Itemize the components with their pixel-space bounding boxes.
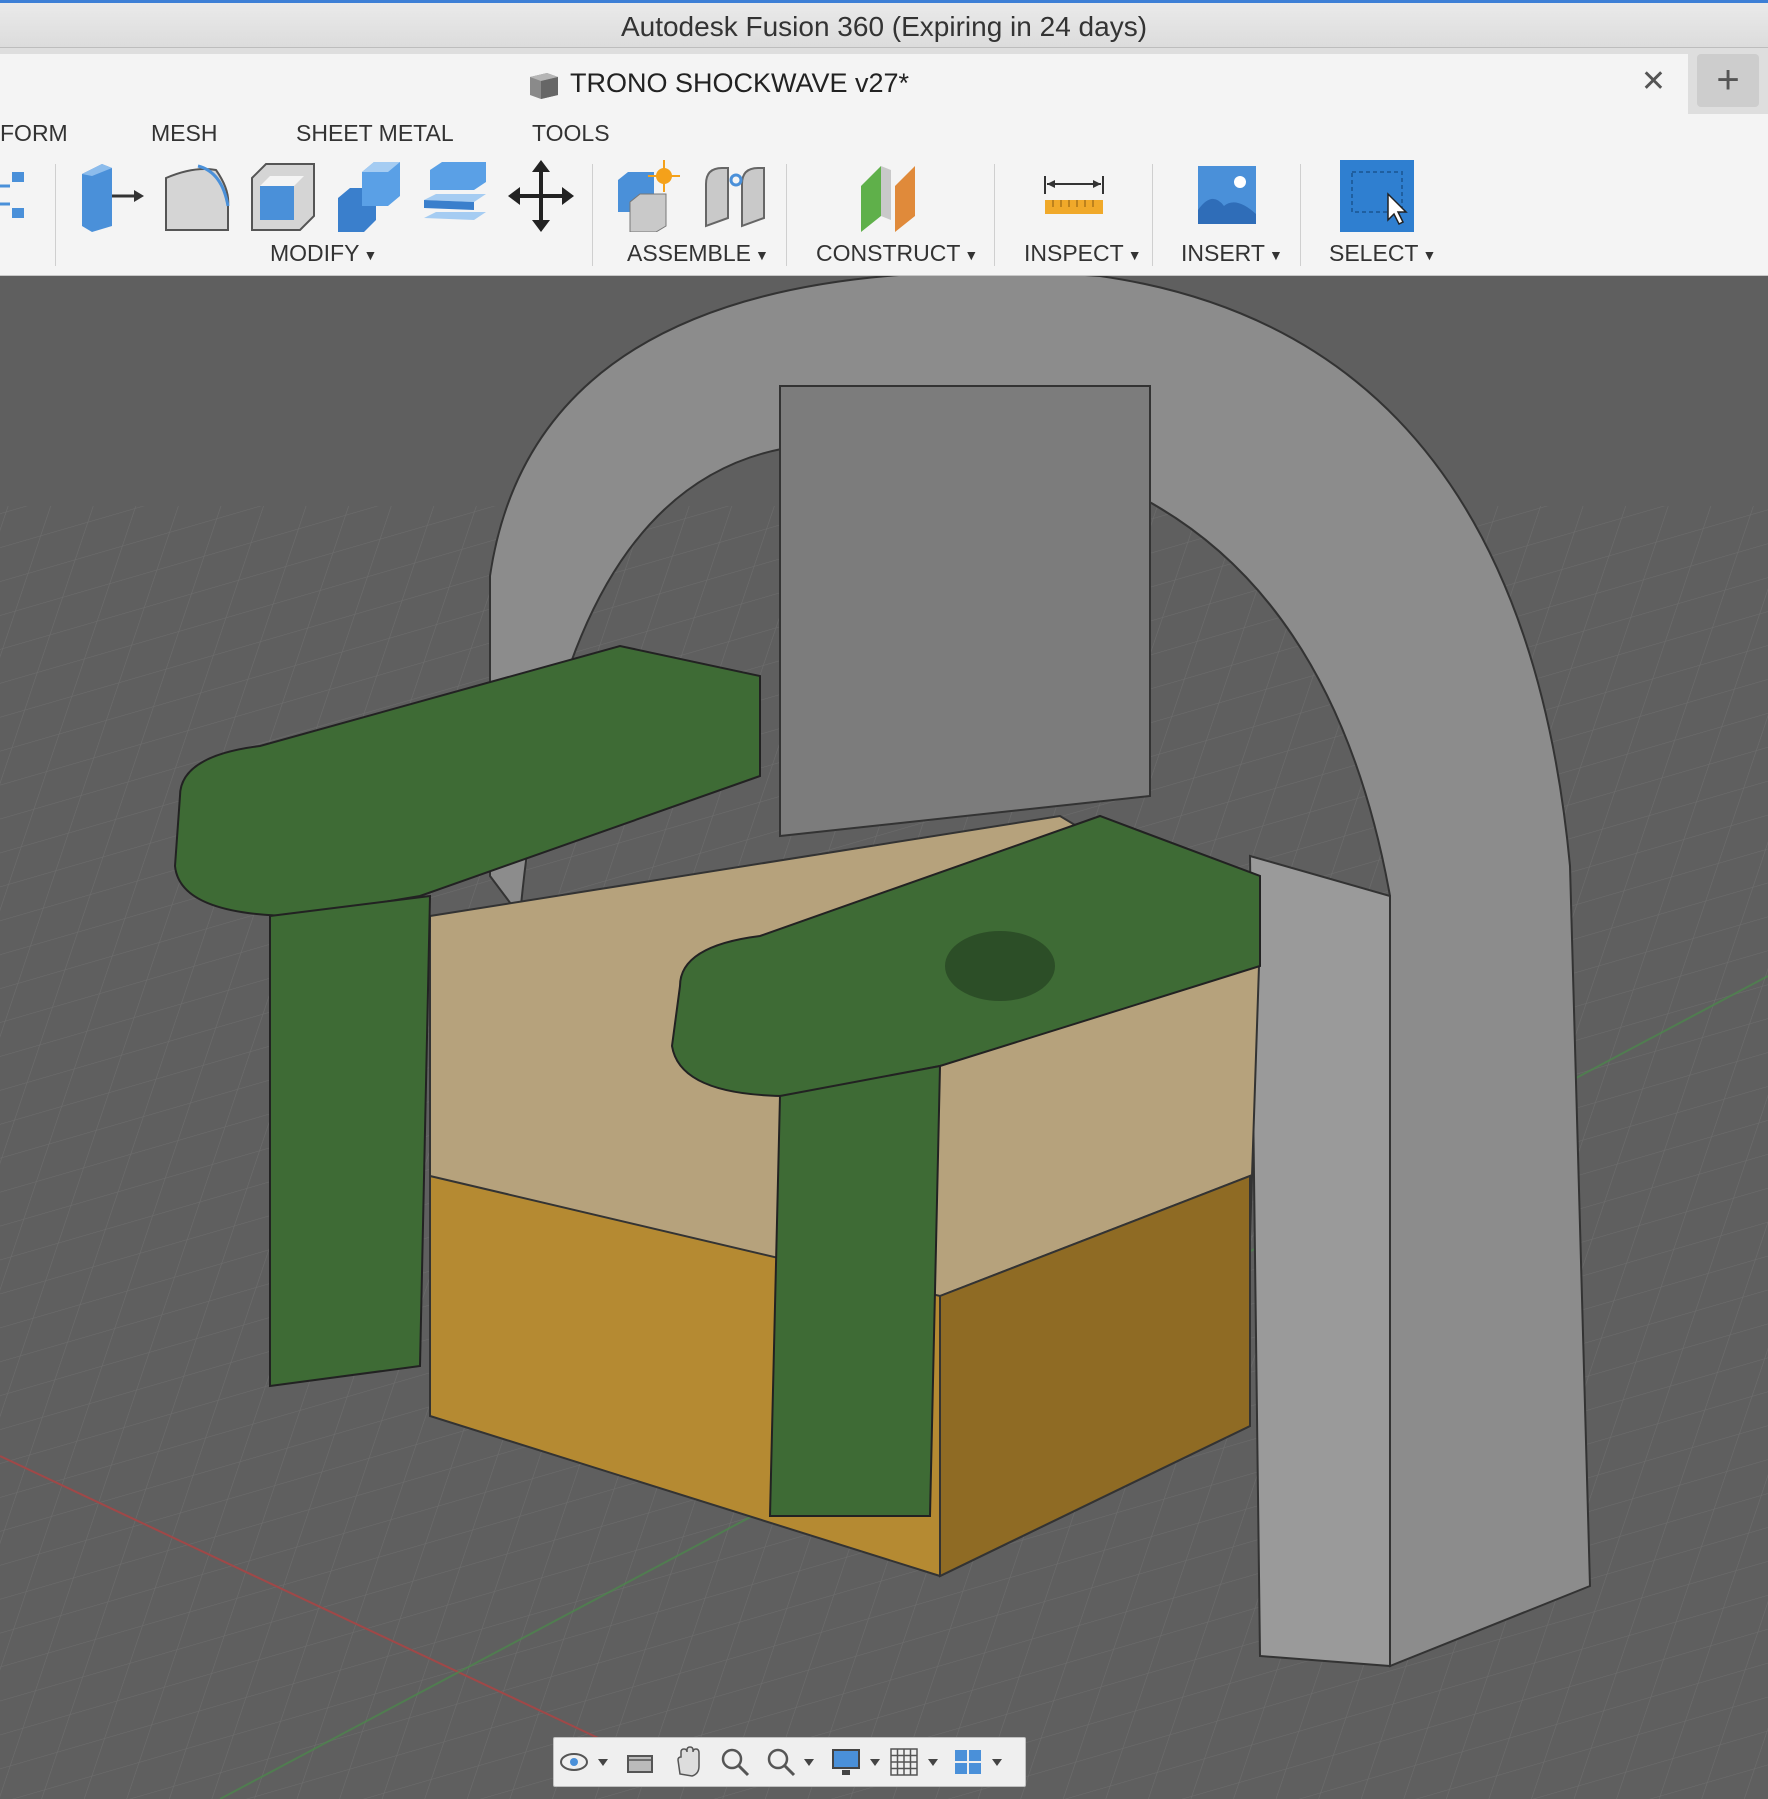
navigation-bar [553,1737,1026,1787]
model-canvas[interactable] [0,276,1768,1799]
toolbar-separator [786,164,787,266]
new-component-icon[interactable] [614,160,680,232]
toolbar-separator [1300,164,1301,266]
document-title: TRONO SHOCKWAVE v27* [570,68,910,98]
move-icon[interactable] [508,160,574,232]
modify-label: MODIFY [270,240,360,266]
chevron-down-icon: ▼ [1422,246,1437,263]
fit-icon[interactable] [764,1746,820,1778]
chevron-down-icon: ▼ [755,246,769,263]
canvas-viewport[interactable] [0,276,1768,1799]
assemble-label: ASSEMBLE [627,240,751,266]
display-settings-icon[interactable] [830,1746,886,1778]
close-tab-button[interactable]: ✕ [1641,64,1666,99]
select-label: SELECT [1329,240,1419,266]
zoom-icon[interactable] [718,1746,754,1778]
inspect-menu[interactable]: INSPECT ▼ [1024,240,1142,267]
tab-mesh[interactable]: MESH [151,120,217,147]
window-title: Autodesk Fusion 360 (Expiring in 24 days… [620,11,1148,42]
document-tab[interactable]: TRONO SHOCKWAVE v27* ✕ [0,54,1688,114]
insert-label: INSERT [1181,240,1265,266]
toolbar-separator [1152,164,1153,266]
look-at-icon[interactable] [622,1746,658,1778]
chevron-down-icon: ▼ [363,246,378,263]
assemble-menu[interactable]: ASSEMBLE ▼ [627,240,769,267]
fillet-icon[interactable] [164,160,230,232]
viewports-icon[interactable] [952,1746,1008,1778]
construct-label: CONSTRUCT [816,240,961,266]
joint-icon[interactable] [702,160,768,232]
measure-icon[interactable] [1041,160,1107,232]
sketch-dimension-icon[interactable] [0,168,30,228]
insert-menu[interactable]: INSERT ▼ [1181,240,1283,267]
document-tab-bar: TRONO SHOCKWAVE v27* ✕ + [0,48,1768,114]
shell-icon[interactable] [250,160,316,232]
insert-image-icon[interactable] [1194,160,1260,232]
window-titlebar: Autodesk Fusion 360 (Expiring in 24 days… [0,0,1768,48]
orbit-icon[interactable] [558,1746,614,1778]
throne-backrest [779,385,1151,838]
construct-menu[interactable]: CONSTRUCT ▼ [816,240,978,267]
toolbar-separator [592,164,593,266]
chevron-down-icon: ▼ [1268,246,1283,263]
tab-tools[interactable]: TOOLS [532,120,610,147]
chevron-down-icon: ▼ [964,246,979,263]
new-tab-button[interactable]: + [1697,54,1759,107]
press-pull-icon[interactable] [78,160,144,232]
tab-form[interactable]: FORM [0,120,68,147]
combine-icon[interactable] [336,160,402,232]
toolbar-separator [55,164,56,266]
inspect-label: INSPECT [1024,240,1124,266]
tab-sheet-metal[interactable]: SHEET METAL [296,120,454,147]
offset-plane-icon[interactable] [857,160,923,232]
pan-icon[interactable] [670,1746,706,1778]
toolbar-separator [994,164,995,266]
modify-menu[interactable]: MODIFY ▼ [270,240,377,267]
component-icon [530,73,558,99]
grid-settings-icon[interactable] [888,1746,944,1778]
right-armrest-leg [768,1064,942,1517]
ribbon-toolbar: FORM MESH SHEET METAL TOOLS MODIFY ▼ ASS… [0,114,1768,276]
offset-face-icon[interactable] [422,160,488,232]
left-armrest-leg [269,894,432,1388]
select-menu[interactable]: SELECT ▼ [1329,240,1436,267]
chevron-down-icon: ▼ [1127,246,1142,263]
window-select-icon[interactable] [1338,158,1416,234]
